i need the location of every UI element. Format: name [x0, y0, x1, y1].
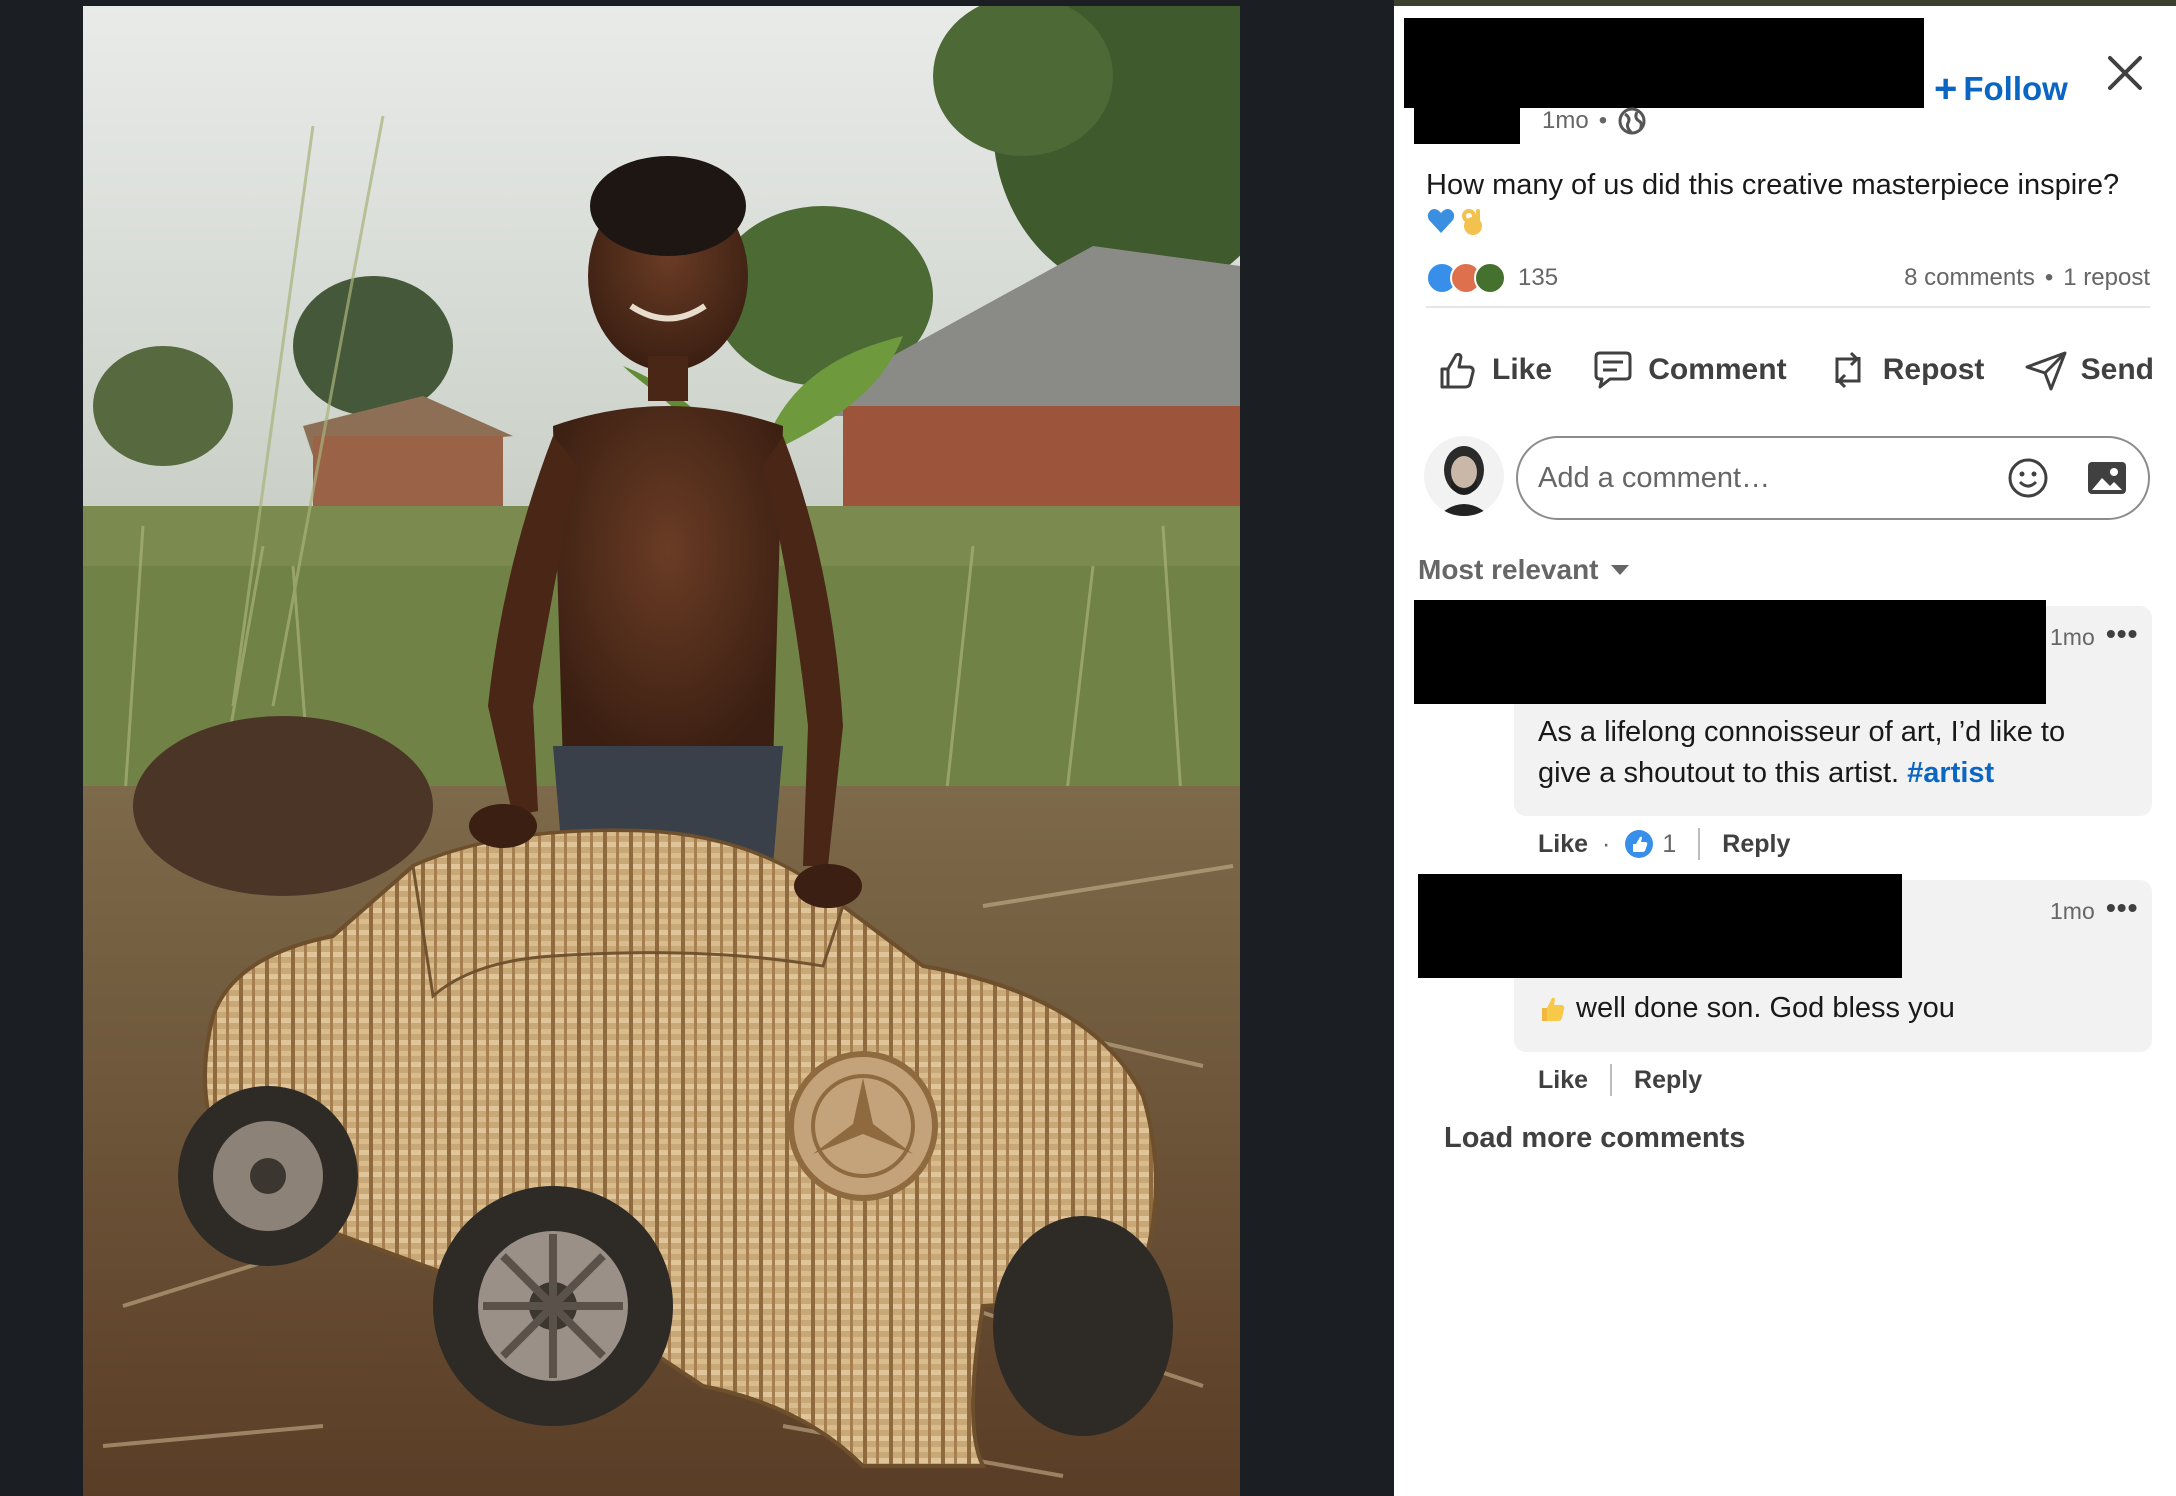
caret-down-icon	[1610, 565, 1629, 575]
close-icon[interactable]	[2100, 48, 2150, 98]
comment-time: 1mo	[2050, 898, 2095, 924]
comment-actions: Like Reply	[1538, 1060, 1702, 1100]
comment-icon	[1594, 351, 1632, 389]
comment-like-button[interactable]: Like	[1538, 1066, 1588, 1095]
meta-dot: •	[1598, 107, 1608, 134]
comment-reply-button[interactable]: Reply	[1634, 1066, 1702, 1095]
redacted-commenter-1	[1414, 600, 2046, 704]
like-button[interactable]: Like	[1434, 340, 1552, 400]
comment-text: As a lifelong connoisseur of art, I’d li…	[1538, 712, 2118, 794]
comment-composer	[1516, 436, 2150, 520]
post-photo	[83, 6, 1240, 1496]
comment-sort-dropdown[interactable]: Most relevant	[1418, 554, 1631, 586]
hashtag-link[interactable]: #artist	[1907, 757, 1994, 789]
reaction-count: 135	[1518, 264, 1559, 291]
load-more-comments-button[interactable]: Load more comments	[1444, 1122, 1745, 1155]
divider	[1426, 306, 2150, 308]
send-icon	[2025, 351, 2067, 391]
comment-action-separator	[1610, 1064, 1613, 1096]
post-detail-panel: + Follow 1mo • How many of us did this c…	[1394, 6, 2176, 1496]
support-reaction-icon	[1474, 262, 1506, 294]
redacted-author-avatar	[1414, 102, 1520, 144]
comment-like-button[interactable]: Like	[1538, 830, 1588, 859]
smiley-icon[interactable]	[2006, 456, 2050, 500]
follow-button[interactable]: + Follow	[1934, 64, 2068, 114]
post-emojis	[1426, 206, 1488, 236]
redacted-author-name	[1404, 18, 1924, 108]
repost-count-link[interactable]: 1 repost	[2063, 264, 2150, 292]
post-body-text: How many of us did this creative masterp…	[1426, 169, 2120, 201]
like-icon	[1440, 352, 1475, 389]
image-viewer	[0, 0, 1394, 1496]
avatar-image	[1424, 436, 1504, 516]
current-user-avatar[interactable]	[1424, 436, 1504, 516]
comment-input[interactable]	[1538, 461, 1978, 495]
plus-icon: +	[1934, 67, 1958, 111]
repost-button[interactable]: Repost	[1825, 340, 1985, 400]
comment-reaction-count[interactable]: 1	[1662, 830, 1676, 859]
globe-icon	[1618, 107, 1646, 135]
comment-action-separator	[1698, 828, 1701, 860]
follow-label: Follow	[1963, 70, 2068, 107]
sort-label: Most relevant	[1418, 554, 1599, 585]
blue-heart-emoji	[1427, 209, 1455, 233]
ok-hand-emoji	[1462, 209, 1482, 235]
comments-count-link[interactable]: 8 comments	[1904, 264, 2035, 292]
social-counts: 135 8 comments • 1 repost	[1426, 258, 2150, 298]
comment-body: well done son. God bless you	[1576, 992, 1955, 1024]
comment-reply-button[interactable]: Reply	[1722, 830, 1790, 859]
like-reaction-icon	[1625, 830, 1654, 858]
comment-dot: ·	[1602, 829, 1611, 858]
comment-text: well done son. God bless you	[1538, 988, 2118, 1029]
more-icon[interactable]: •••	[2106, 892, 2138, 924]
reactions-summary[interactable]: 135	[1426, 262, 1558, 294]
repost-label: Repost	[1882, 353, 1985, 386]
like-label: Like	[1492, 353, 1553, 386]
post-image[interactable]	[83, 6, 1240, 1496]
comment-time: 1mo	[2050, 624, 2095, 650]
post-time: 1mo	[1542, 107, 1589, 134]
post-meta: 1mo •	[1542, 106, 1647, 136]
comment-label: Comment	[1648, 353, 1787, 386]
send-button[interactable]: Send	[2023, 340, 2154, 400]
image-icon[interactable]	[2084, 456, 2130, 500]
send-label: Send	[2080, 353, 2154, 386]
more-icon[interactable]: •••	[2106, 618, 2138, 650]
post-action-bar: Like Comment Repost Send	[1434, 340, 2154, 400]
comment-actions: Like · 1 Reply	[1538, 824, 1790, 864]
repost-icon	[1835, 351, 1861, 389]
comment-button[interactable]: Comment	[1590, 340, 1787, 400]
thumbs-up-emoji	[1542, 997, 1565, 1021]
social-right: 8 comments • 1 repost	[1904, 264, 2150, 292]
stats-dot: •	[2044, 264, 2054, 291]
redacted-commenter-2	[1418, 874, 1902, 978]
